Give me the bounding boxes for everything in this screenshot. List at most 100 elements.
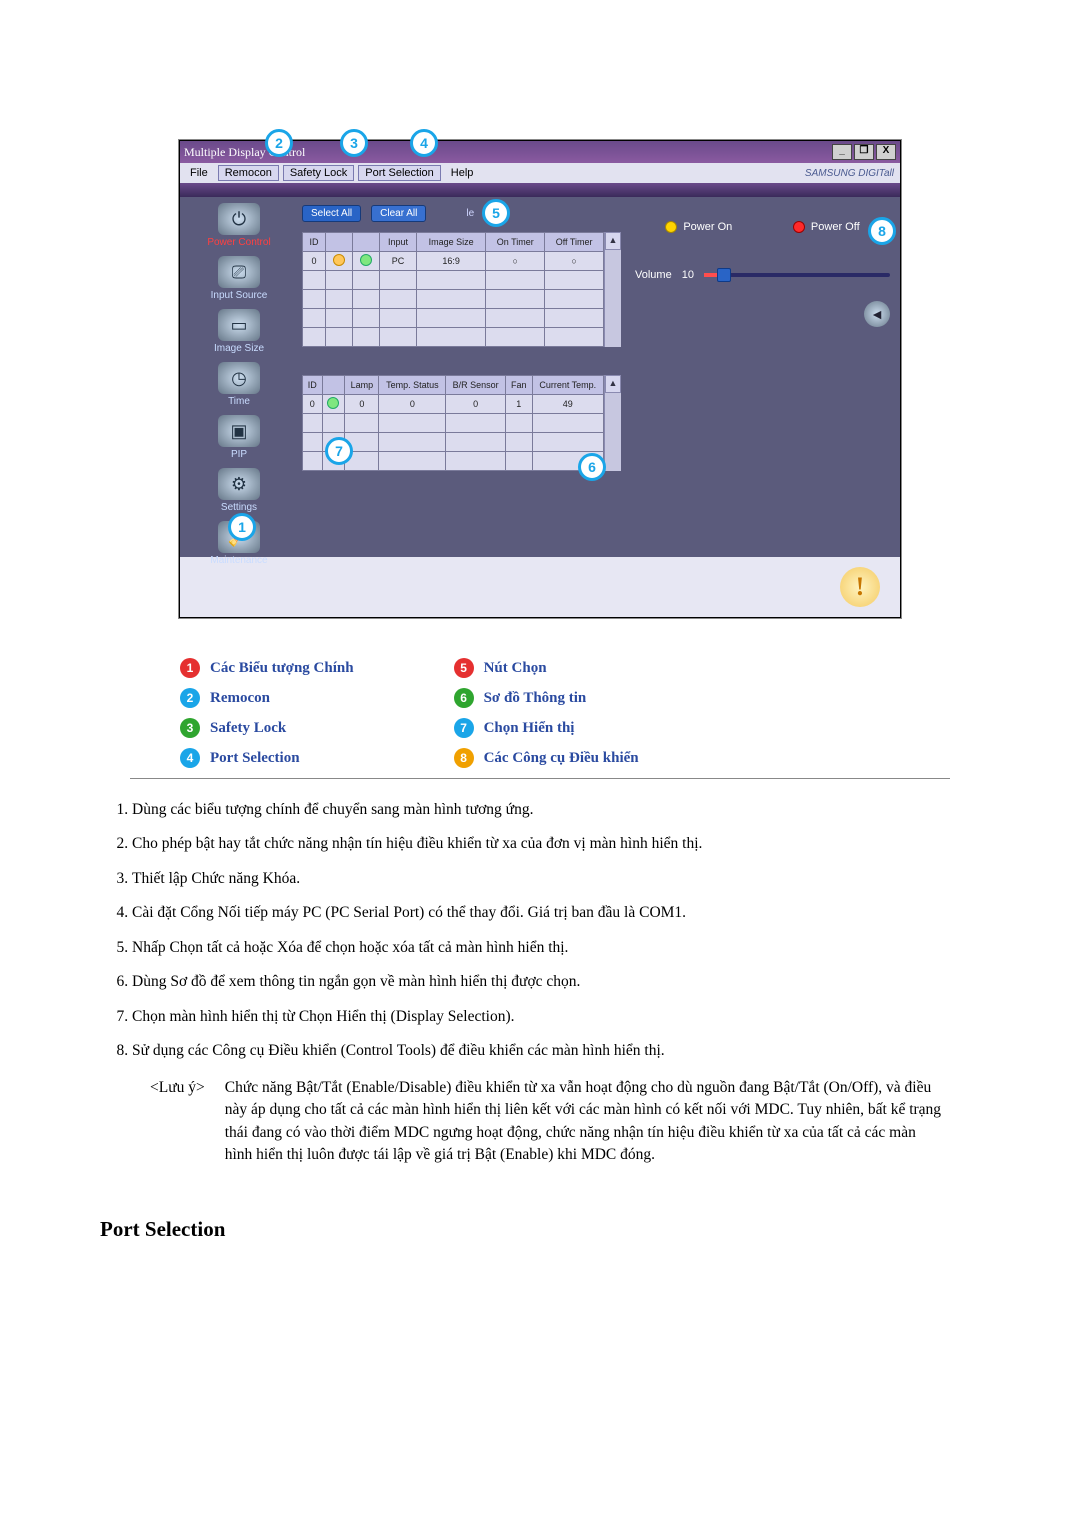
clock-icon: ◷ [218,362,260,394]
scrollbar[interactable]: ▲ [604,375,621,471]
power-on-button[interactable]: Power On [665,221,732,233]
col-off-timer: Off Timer [545,233,604,252]
sidebar-item-label: Time [228,396,250,407]
col-input: Input [379,233,416,252]
legend-right-column: 5 Nút Chọn 6 Sơ đồ Thông tin 7 Chọn Hiển… [454,658,639,768]
cell-input: PC [379,252,416,271]
display-table: ID Input Image Size On Timer Off Timer 0 [302,232,604,347]
scroll-up-icon[interactable]: ▲ [605,375,621,393]
minimize-button[interactable]: _ [832,144,852,160]
list-item: Sử dụng các Công cụ Điều khiển (Control … [132,1040,980,1062]
volume-label: Volume [635,269,672,281]
legend-left-column: 1 Các Biểu tượng Chính 2 Remocon 3 Safet… [180,658,354,768]
menu-help[interactable]: Help [445,165,480,181]
legend-item: 8 Các Công cụ Điều khiển [454,748,639,768]
cell-off-timer: ○ [545,252,604,271]
divider [130,778,950,779]
callout-8: 8 [868,217,896,245]
power-off-button[interactable]: Power Off [793,221,860,233]
legend: 1 Các Biểu tượng Chính 2 Remocon 3 Safet… [180,658,900,768]
legend-label: Chọn Hiển thị [484,720,575,737]
cell-lamp: 0 [345,395,379,414]
note-body: Chức năng Bật/Tắt (Enable/Disable) điều … [225,1077,945,1167]
legend-label: Nút Chọn [484,660,547,677]
legend-item: 7 Chọn Hiển thị [454,718,639,738]
note-label: <Lưu ý> [150,1077,205,1167]
power-off-dot-icon [793,221,805,233]
table-row[interactable] [303,290,604,309]
volume-slider[interactable] [704,273,890,277]
app-window: Multiple Display Control _ ❐ X File Remo… [179,140,901,618]
note-block: <Lưu ý> Chức năng Bật/Tắt (Enable/Disabl… [150,1077,980,1167]
speaker-icon[interactable]: ◄ [864,301,890,327]
image-size-icon: ▭ [218,309,260,341]
legend-number-icon: 2 [180,688,200,708]
clear-all-button[interactable]: Clear All [371,205,426,222]
input-source-icon: ⎚ [218,256,260,288]
pip-icon: ▣ [218,415,260,447]
cell-temp-status: 0 [379,395,446,414]
scroll-up-icon[interactable]: ▲ [605,232,621,250]
table-row[interactable] [303,328,604,347]
col-blank2 [352,233,379,252]
col-id: ID [303,233,326,252]
legend-item: 2 Remocon [180,688,354,708]
table-row[interactable] [303,271,604,290]
sidebar-item-label: Image Size [214,343,264,354]
col-current-temp: Current Temp. [532,376,603,395]
cell-status [322,395,345,414]
sidebar-item-input-source[interactable]: ⎚ Input Source [211,256,268,301]
status-dot-icon [360,254,372,266]
cell-status1 [326,252,353,271]
volume-knob-icon[interactable] [717,268,731,282]
table-row[interactable]: 0 0 0 0 1 49 [303,395,604,414]
restore-button[interactable]: ❐ [854,144,874,160]
legend-number-icon: 3 [180,718,200,738]
cell-fan: 1 [505,395,532,414]
select-all-button[interactable]: Select All [302,205,361,222]
legend-item: 3 Safety Lock [180,718,354,738]
section-heading: Port Selection [100,1217,980,1242]
col-br-sensor: B/R Sensor [446,376,506,395]
sidebar-item-label: Maintenance [210,555,267,566]
legend-number-icon: 6 [454,688,474,708]
menu-port-selection[interactable]: Port Selection [358,165,440,181]
col-fan: Fan [505,376,532,395]
legend-label: Các Công cụ Điều khiển [484,750,639,767]
sidebar-item-pip[interactable]: ▣ PIP [218,415,260,460]
cell-image-size: 16:9 [417,252,486,271]
close-button[interactable]: X [876,144,896,160]
sidebar-item-label: PIP [231,449,247,460]
cell-br-sensor: 0 [446,395,506,414]
list-item: Dùng Sơ đồ để xem thông tin ngắn gọn về … [132,971,980,993]
status-dot-icon [333,254,345,266]
caption-buttons: _ ❐ X [832,144,896,160]
app-body: ⏻ Power Control ⎚ Input Source ▭ Image S… [180,197,900,557]
center-panel: Select All Clear All le ID Input Image S [298,197,625,557]
scrollbar[interactable]: ▲ [604,232,621,347]
instruction-list: Dùng các biểu tượng chính để chuyển sang… [114,799,980,1063]
table-row[interactable] [303,309,604,328]
legend-label: Các Biểu tượng Chính [210,660,354,677]
sidebar-item-settings[interactable]: ⚙ Settings [218,468,260,513]
table-row[interactable]: 0 PC 16:9 ○ ○ [303,252,604,271]
sidebar-item-power-control[interactable]: ⏻ Power Control [207,203,270,248]
header-accent [180,183,900,197]
control-panel: Power On Power Off Volume 10 ◄ [625,197,900,557]
legend-number-icon: 8 [454,748,474,768]
select-toolbar: Select All Clear All le [302,205,621,222]
table-row[interactable] [303,414,604,433]
sidebar-item-image-size[interactable]: ▭ Image Size [214,309,264,354]
menu-safety-lock[interactable]: Safety Lock [283,165,354,181]
menu-remocon[interactable]: Remocon [218,165,279,181]
warning-icon: ! [840,567,880,607]
menu-file[interactable]: File [184,165,214,181]
list-item: Cài đặt Cổng Nối tiếp máy PC (PC Serial … [132,902,980,924]
sidebar-item-time[interactable]: ◷ Time [218,362,260,407]
sidebar-item-label: Input Source [211,290,268,301]
cell-current-temp: 49 [532,395,603,414]
col-image-size: Image Size [417,233,486,252]
brand-label: SAMSUNG DIGITall [805,168,894,179]
callout-7: 7 [325,437,353,465]
list-item: Cho phép bật hay tắt chức năng nhận tín … [132,833,980,855]
